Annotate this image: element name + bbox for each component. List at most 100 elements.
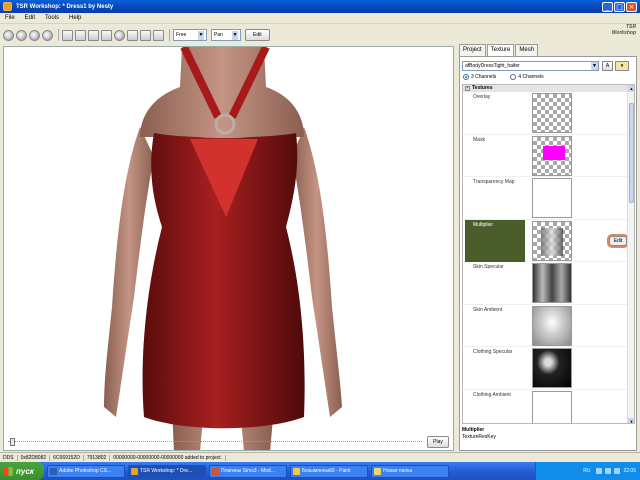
wireframe-icon[interactable] xyxy=(62,29,73,41)
camera-mode-value: Free xyxy=(176,32,187,38)
texture-thumbnail[interactable] xyxy=(532,135,572,176)
photo-icon[interactable] xyxy=(88,29,99,41)
status-field-2: 6C669152D xyxy=(50,454,84,461)
menu-help[interactable]: Help xyxy=(64,15,86,21)
taskbar-item[interactable]: Безымянный3 - Paint xyxy=(290,464,368,478)
taskbar-item-label: Плагины Sims3 - Mod... xyxy=(221,468,275,474)
scroll-up-icon[interactable]: ▲ xyxy=(628,85,634,92)
description-title: Multiplier xyxy=(462,427,485,433)
status-message: 00000000-00000000-00000000 added to proj… xyxy=(110,454,227,461)
play-button[interactable]: Play xyxy=(427,436,449,448)
brush-icon[interactable] xyxy=(153,29,164,41)
texture-row[interactable]: Mask xyxy=(463,135,634,177)
camera-mode-select[interactable]: Free ▼ xyxy=(173,29,207,41)
texture-select[interactable]: afBodyDressTight_halter ▼ xyxy=(462,61,599,71)
edit-mesh-button[interactable]: Edit xyxy=(245,29,270,41)
add-texture-button[interactable]: A xyxy=(602,61,613,71)
task-app-icon xyxy=(293,467,300,475)
view-sphere-icon[interactable] xyxy=(3,29,14,41)
timeline-handle[interactable] xyxy=(10,438,15,446)
texture-row[interactable]: Skin Ambient xyxy=(463,305,634,347)
texture-thumbnail[interactable] xyxy=(532,390,572,423)
taskbar-item-label: Новая папка xyxy=(383,468,413,474)
windows-logo-icon xyxy=(4,466,13,476)
folder-icon[interactable]: ▾ xyxy=(615,61,629,71)
view-shaded-icon[interactable] xyxy=(16,29,27,41)
taskbar-item[interactable]: Adobe Photoshop CS... xyxy=(47,464,125,478)
texture-thumbnail[interactable] xyxy=(532,305,572,346)
edit-texture-button[interactable]: Edit xyxy=(609,235,627,246)
texture-row[interactable]: Transparency Map xyxy=(463,177,634,220)
texture-thumbnail[interactable] xyxy=(532,178,572,218)
zoom-icon[interactable] xyxy=(101,29,112,41)
tray-app-icon[interactable] xyxy=(614,468,621,474)
texture-thumbnail[interactable] xyxy=(532,348,572,388)
textures-list: - Textures Overlay Mask Transparency Map Mul… xyxy=(462,84,635,424)
texture-select-value: afBodyDressTight_halter xyxy=(465,63,520,69)
texture-row[interactable]: Clothing Ambient xyxy=(463,390,634,423)
minimize-button[interactable]: _ xyxy=(602,1,613,12)
tray-network-icon[interactable] xyxy=(596,468,603,474)
model-torso xyxy=(140,47,304,137)
radio-3-channels-label: 3 Channels xyxy=(471,74,497,80)
pan-mode-value: Pan xyxy=(214,32,223,38)
task-app-icon xyxy=(131,467,138,475)
texture-row-label: Clothing Specular xyxy=(473,349,513,355)
task-app-icon xyxy=(374,467,381,475)
tsr-logo: TSR Workshop xyxy=(611,24,636,36)
radio-4-channels[interactable] xyxy=(510,74,517,80)
texture-icon[interactable] xyxy=(75,29,86,41)
status-field-3: 7913802 xyxy=(84,454,111,461)
title-bar: TSR Workshop: * Dress1 by Nesty _ □ × xyxy=(0,0,640,13)
channel-radios: 3 Channels 4 Channels xyxy=(463,74,558,80)
pan-mode-select[interactable]: Pan ▼ xyxy=(211,29,241,41)
status-format: DDS xyxy=(0,454,18,461)
tab-texture[interactable]: Texture xyxy=(486,44,515,56)
texture-row[interactable]: Skin Specular xyxy=(463,262,634,305)
close-button[interactable]: × xyxy=(626,1,637,12)
task-app-icon xyxy=(50,467,57,475)
texture-row-label: Skin Specular xyxy=(473,264,504,270)
tab-mesh[interactable]: Mesh xyxy=(515,44,539,56)
task-app-icon xyxy=(212,467,219,475)
texture-thumbnail[interactable] xyxy=(532,263,572,303)
texture-thumbnail[interactable] xyxy=(532,93,572,133)
menu-tools[interactable]: Tools xyxy=(40,15,64,21)
textures-header[interactable]: - Textures xyxy=(463,85,634,92)
taskbar-item-label: Безымянный3 - Paint xyxy=(302,468,351,474)
texture-thumbnail[interactable] xyxy=(532,220,572,261)
start-button[interactable]: пуск xyxy=(0,462,44,480)
texture-row-label: Clothing Ambient xyxy=(473,391,511,398)
texture-row[interactable]: Overlay xyxy=(463,92,634,135)
tab-project[interactable]: Project xyxy=(459,44,486,56)
taskbar-item-label: TSR Workshop: * Dre... xyxy=(140,468,193,474)
system-tray: RU 22:05 xyxy=(535,462,640,480)
menu-file[interactable]: File xyxy=(0,15,20,21)
status-bar: DDS 0x82D8082 6C669152D 7913802 00000000… xyxy=(0,452,640,462)
view-dark-icon[interactable] xyxy=(42,29,53,41)
menu-edit[interactable]: Edit xyxy=(20,15,40,21)
view-smooth-icon[interactable] xyxy=(29,29,40,41)
taskbar-item[interactable]: Плагины Sims3 - Mod... xyxy=(209,464,287,478)
texture-row-label: Multiplier xyxy=(465,219,525,262)
taskbar-item[interactable]: Новая папка xyxy=(371,464,449,478)
texture-row-label: Transparency Map xyxy=(473,179,515,185)
status-field-1: 0x82D8082 xyxy=(18,454,51,461)
light-icon[interactable] xyxy=(114,29,125,41)
description-text: TextureResKey xyxy=(462,434,496,440)
texture-row[interactable]: Multiplier Edit xyxy=(463,219,634,262)
texture-row[interactable]: Clothing Specular xyxy=(463,347,634,390)
radio-3-channels[interactable] xyxy=(463,74,469,80)
collapse-icon[interactable]: - xyxy=(465,86,470,91)
taskbar-item[interactable]: TSR Workshop: * Dre... xyxy=(128,464,206,478)
tray-volume-icon[interactable] xyxy=(605,468,612,474)
floor-icon[interactable] xyxy=(140,29,151,41)
model-preview xyxy=(104,47,342,450)
textures-scrollbar[interactable]: ▲ ▼ xyxy=(627,85,634,423)
animation-timeline[interactable] xyxy=(8,438,422,446)
3d-viewport[interactable]: Play xyxy=(3,46,454,451)
maximize-button[interactable]: □ xyxy=(614,1,625,12)
language-indicator[interactable]: RU xyxy=(583,468,590,474)
scroll-thumb[interactable] xyxy=(629,103,634,203)
bone-icon[interactable] xyxy=(127,29,138,41)
